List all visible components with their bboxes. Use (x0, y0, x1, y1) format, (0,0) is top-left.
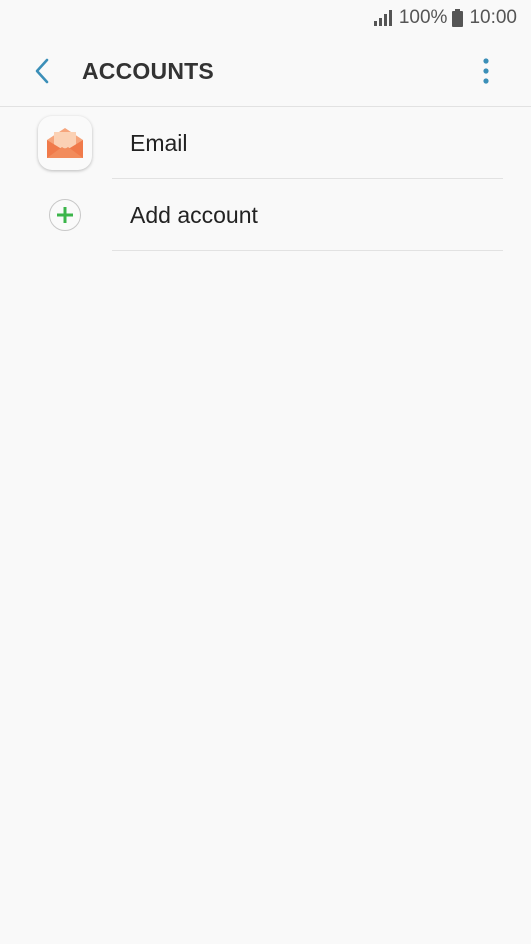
plus-icon-wrap (36, 186, 94, 244)
email-app-icon (38, 116, 92, 170)
accounts-list: Email Add account (0, 107, 531, 251)
email-app-icon-wrap (36, 114, 94, 172)
page-title: ACCOUNTS (82, 57, 214, 84)
account-item-label: Email (130, 129, 188, 156)
status-bar: 100% 10:00 (0, 0, 531, 36)
clock: 10:00 (469, 7, 517, 28)
back-button[interactable] (22, 51, 62, 91)
battery-icon (452, 9, 464, 27)
app-bar: ACCOUNTS (0, 36, 531, 107)
battery-percentage: 100% (398, 7, 448, 28)
account-item-email[interactable]: Email (0, 107, 531, 179)
chevron-left-icon (35, 58, 49, 84)
more-options-button[interactable] (471, 56, 501, 86)
signal-icon (373, 10, 392, 26)
add-account-label: Add account (130, 201, 258, 228)
divider (112, 250, 503, 251)
add-account-item[interactable]: Add account (0, 179, 531, 251)
more-vertical-icon (483, 58, 489, 84)
plus-icon (49, 199, 81, 231)
